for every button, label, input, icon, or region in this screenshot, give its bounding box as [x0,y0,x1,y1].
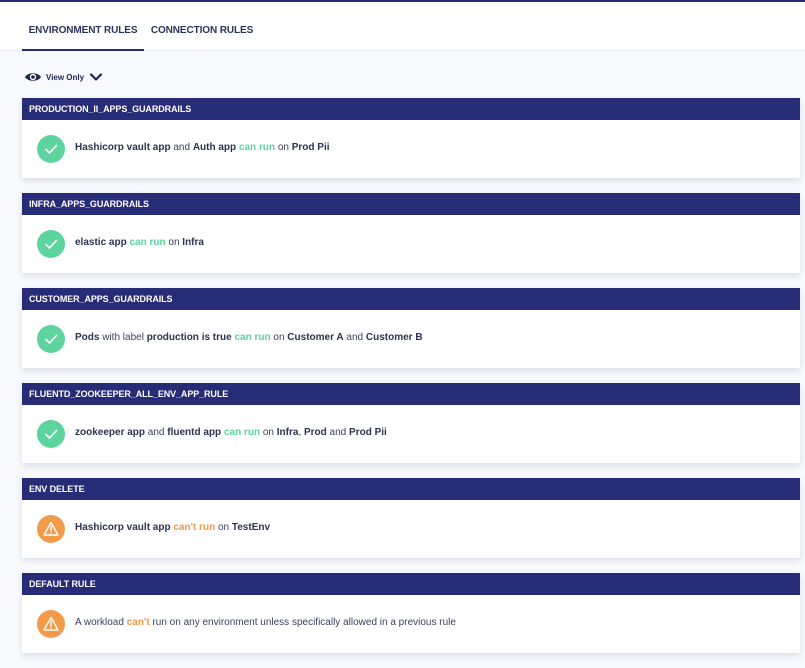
rule-connector-text: on [165,237,183,248]
rule-description: A workload can't run on any environment … [75,617,456,628]
rule-connector-text: with label [99,332,147,343]
rule-title: PRODUCTION_II_APPS_GUARDRAILS [22,98,800,120]
rule-body: Pods with label production is true can r… [22,310,800,368]
tab-environment-rules[interactable]: ENVIRONMENT RULES [22,2,144,51]
rule-title: ENV DELETE [22,478,800,500]
view-mode-label: View Only [46,72,85,82]
rule-verb-allow: can run [223,427,261,438]
rule-card: INFRA_APPS_GUARDRAILSelastic app can run… [22,193,800,273]
tab-connection-rules[interactable]: CONNECTION RULES [150,2,254,50]
rule-entity: Auth app [192,142,237,153]
check-circle-icon [37,230,65,258]
rule-connector-text: on [275,142,292,153]
warning-icon [37,610,65,638]
tab-bar: ENVIRONMENT RULES CONNECTION RULES [0,2,805,51]
view-mode-dropdown[interactable]: View Only [24,68,103,86]
rule-entity: Customer B [365,332,423,343]
rule-entity: Hashicorp vault app [75,522,171,533]
rule-body: zookeeper app and fluentd app can run on… [22,405,800,463]
rule-entity: Prod Pii [349,427,387,438]
rule-description: Pods with label production is true can r… [75,332,423,343]
rule-title: INFRA_APPS_GUARDRAILS [22,193,800,215]
check-circle-icon [37,420,65,448]
rule-title: DEFAULT RULE [22,573,800,595]
rule-entity: Prod Pii [291,142,330,153]
check-circle-icon [37,135,65,163]
rule-entity: fluentd app [167,427,222,438]
rule-connector-text: on [215,522,232,533]
rule-body: elastic app can run on Infra [22,215,800,273]
rule-connector-text: on [270,332,288,343]
rule-entity: Infra [182,237,204,248]
rule-description: Hashicorp vault app can't run on TestEnv [75,522,270,533]
rule-card: ENV DELETE Hashicorp vault app can't run … [22,478,800,558]
rule-verb-allow: can run [234,332,271,343]
rules-list: PRODUCTION_II_APPS_GUARDRAILS Hashicorp v… [22,98,800,668]
rule-entity: zookeeper app [75,427,146,438]
rule-verb-allow: can run [238,142,276,153]
rule-entity: production is true [146,332,232,343]
rule-connector-text: on [260,427,277,438]
rule-card: FLUENTD_ZOOKEEPER_ALL_ENV_APP_RULEzookee… [22,383,800,463]
warning-icon [37,515,65,543]
rule-title: FLUENTD_ZOOKEEPER_ALL_ENV_APP_RULE [22,383,800,405]
eye-icon [24,68,42,86]
rule-connector-text: and [170,142,193,153]
rule-description: elastic app can run on Infra [75,237,204,248]
rule-body: Hashicorp vault app can't run on TestEnv [22,500,800,558]
rule-verb-allow: can run [129,237,166,248]
rule-entity: elastic app [75,237,127,248]
rule-entity: Prod [304,427,327,438]
rule-card: PRODUCTION_II_APPS_GUARDRAILS Hashicorp v… [22,98,800,178]
rule-verb-deny: can't [126,617,150,628]
rule-connector-text: and [326,427,350,438]
rule-card: CUSTOMER_APPS_GUARDRAILS Pods with label … [22,288,800,368]
rule-description: zookeeper app and fluentd app can run on… [75,427,387,438]
rule-body: A workload can't run on any environment … [22,595,800,653]
rule-card: DEFAULT RULE A workload can't run on any … [22,573,800,653]
rule-verb-deny: can't run [173,522,216,533]
rule-description: Hashicorp vault app and Auth app can run… [75,142,330,153]
rule-entity: Hashicorp vault app [75,142,171,153]
rule-entity: Customer A [287,332,344,343]
rule-body: Hashicorp vault app and Auth app can run… [22,120,800,178]
rule-connector-text: and [343,332,366,343]
rule-connector-text: A workload [75,617,127,628]
rule-entity: Infra [276,427,299,438]
check-circle-icon [37,325,65,353]
chevron-down-icon [89,70,103,84]
rule-title: CUSTOMER_APPS_GUARDRAILS [22,288,800,310]
rule-entity: Pods [75,332,100,343]
rule-connector-text: and [145,427,168,438]
rule-connector-text: run on any environment unless specifical… [149,617,456,628]
rule-entity: TestEnv [231,522,271,533]
